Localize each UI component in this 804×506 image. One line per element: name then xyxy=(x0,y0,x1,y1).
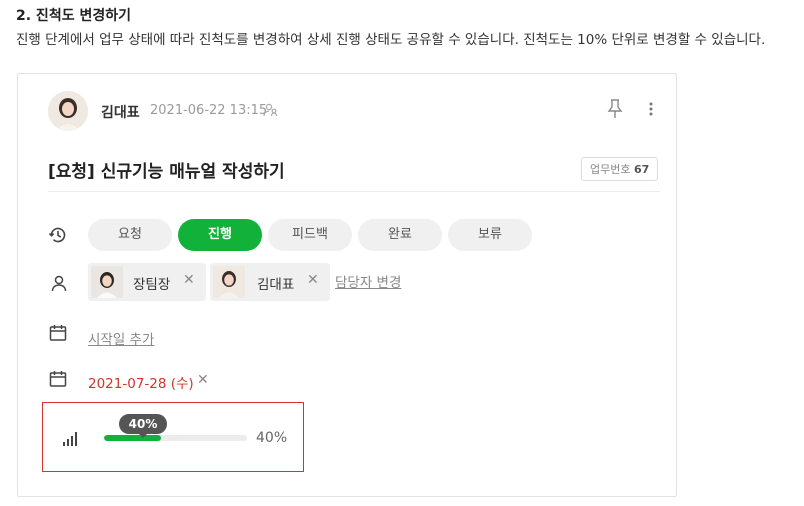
avatar xyxy=(91,266,123,298)
assignee-chip: 김대표 ✕ xyxy=(210,263,330,301)
people-icon[interactable] xyxy=(263,102,279,121)
author-name: 김대표 xyxy=(101,105,140,121)
calendar-icon xyxy=(49,324,67,346)
add-start-date-link[interactable]: 시작일 추가 xyxy=(88,328,154,348)
assignee-name: 김대표 xyxy=(257,277,295,293)
pin-icon[interactable] xyxy=(606,98,624,124)
title-divider xyxy=(48,191,660,192)
task-number-value: 67 xyxy=(633,163,650,176)
status-option-complete[interactable]: 완료 xyxy=(358,219,442,251)
more-vertical-icon[interactable] xyxy=(645,100,657,122)
progress-bubble[interactable]: 40% xyxy=(119,414,167,438)
status-option-in-progress[interactable]: 진행 xyxy=(178,219,262,251)
section-description: 진행 단계에서 업무 상태에 따라 진척도를 변경하여 상세 진행 상태도 공유… xyxy=(16,32,766,48)
assignee-name: 장팀장 xyxy=(133,277,171,293)
remove-assignee-icon[interactable]: ✕ xyxy=(307,272,319,288)
history-icon xyxy=(48,225,68,249)
progress-fill xyxy=(104,435,162,441)
status-option-hold[interactable]: 보류 xyxy=(448,219,532,251)
author-avatar xyxy=(48,91,88,131)
remove-due-date-icon[interactable]: ✕ xyxy=(197,372,209,388)
task-number-badge: 업무번호 67 xyxy=(581,157,659,181)
task-number-label: 업무번호 xyxy=(590,163,631,176)
remove-assignee-icon[interactable]: ✕ xyxy=(183,272,195,288)
person-icon xyxy=(50,274,68,296)
status-option-request[interactable]: 요청 xyxy=(88,219,172,251)
progress-percent: 40% xyxy=(256,430,288,446)
assignee-chip: 장팀장 ✕ xyxy=(88,263,206,301)
calendar-icon xyxy=(49,370,67,392)
avatar xyxy=(213,266,245,298)
section-heading: 2. 진척도 변경하기 xyxy=(16,8,131,24)
change-assignee-link[interactable]: 담당자 변경 xyxy=(335,271,401,291)
due-date[interactable]: 2021-07-28 (수) xyxy=(88,372,194,392)
task-title: [요청] 신규기능 매뉴얼 작성하기 xyxy=(48,162,285,182)
signal-bars-icon xyxy=(62,429,80,451)
status-option-feedback[interactable]: 피드백 xyxy=(268,219,352,251)
progress-track[interactable] xyxy=(104,435,247,441)
post-datetime: 2021-06-22 13:15 xyxy=(150,103,268,118)
